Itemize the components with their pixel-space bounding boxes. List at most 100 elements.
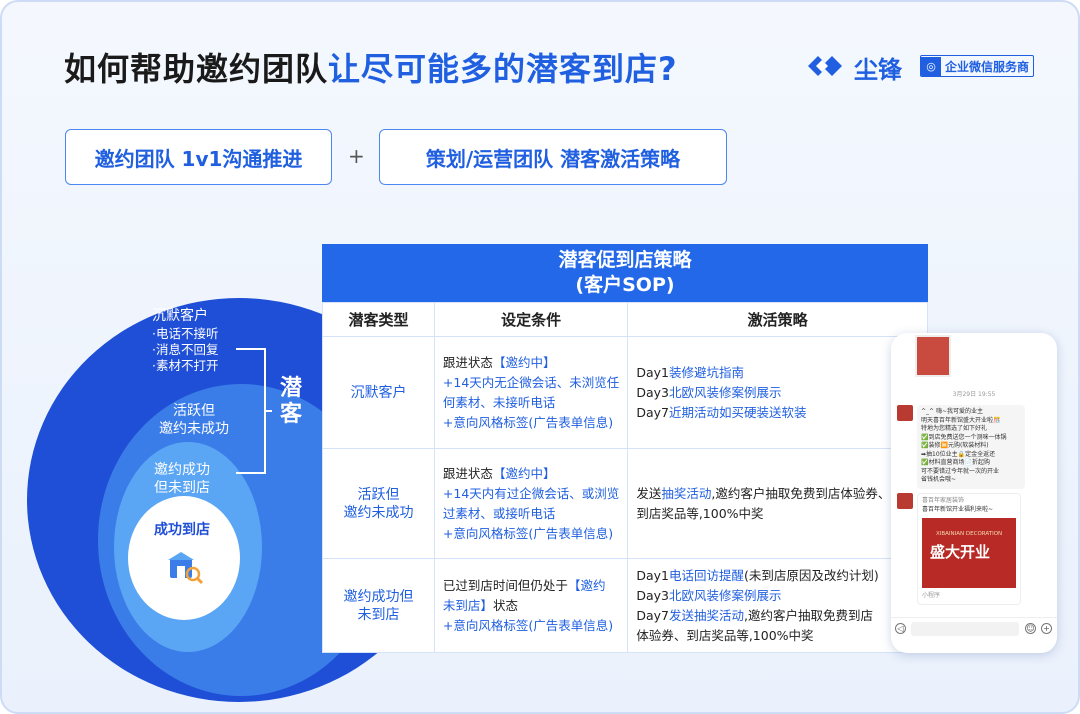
act-text: ,邀约客户抽取免费到店体验券、 [711,485,891,501]
active-label-line: 活跃但 [173,403,215,419]
brand-name: 尘锋 [854,56,902,84]
plus-icon[interactable]: + [1041,623,1052,634]
invited-label-line: 但未到店 [154,480,210,496]
silent-customer-items: ·电话不接听 ·消息不回复 ·素材不打开 [152,326,218,374]
cond-line: +14天内有过企微会话、或浏览 [442,485,620,501]
header-strategy: 激活策略 [627,302,928,337]
act-text: 装修避坑指南 [668,364,744,380]
sop-title-line-2: (客户SOP) [575,274,675,296]
active-customer-label: 活跃但 邀约未成功 [146,402,242,438]
act-highlight: 电话回访提醒 [668,567,744,583]
table-header-row: 潜客类型 设定条件 激活策略 [322,302,928,337]
act-highlight: 发送抽奖活动 [668,607,744,623]
silent-item: ·电话不接听 [152,326,219,341]
prospect-label: 潜客 [279,376,302,427]
header-type: 潜客类型 [322,302,435,337]
act-text: 体验券、到店奖品等,100%中奖 [636,627,814,643]
act-text: 近期活动如买硬装送软装 [668,404,807,420]
prospect-bracket-tick [264,410,272,412]
chat-input[interactable] [911,622,1019,636]
act-text: 北欧风装修案例展示 [668,384,782,400]
opening-poster: XIBAINIAN DECORATION 盛大开业 [922,518,1016,588]
invited-customer-label: 邀约成功 但未到店 [134,461,230,497]
type-line: 活跃但 [357,486,400,503]
table-row: 活跃但 邀约未成功 跟进状态【邀约中】 +14天内有过企微会话、或浏览 过素材、… [322,448,928,559]
msg-line: 可不要错过今年就一次的开业 [921,467,1000,475]
title-highlight: 让尽可能多的潜客到店? [328,50,678,88]
active-label-line: 邀约未成功 [159,421,229,437]
type-line: 邀约成功但 [343,588,414,605]
msg-line: 特地为您精选了如下好礼 [921,425,988,432]
chat-input-bar: ◁ ☺ + [891,617,1057,639]
msg-line: 明天喜百年新馆盛大开业啦🎊 [921,416,1001,424]
sop-table-title: 潜客促到店策略 (客户SOP) [322,244,928,302]
silent-item: ·消息不回复 [152,342,219,357]
msg-line: ^_^ 嗨~我可爱的业主 [921,408,983,415]
brand-logo: 尘锋 ◎ 企业微信服务商 [808,50,1038,84]
msg-line: ✅装修🈚元购(软装材料) [921,442,989,449]
act-day: Day7 [636,404,669,420]
poster-title: 盛大开业 [930,543,991,561]
visited-customer-label: 成功到店 [154,522,210,538]
ops-team-pill: 策划/运营团队 潜客激活策略 [379,129,727,185]
act-day: Day1 [636,364,669,380]
voice-icon[interactable]: ◁ [895,623,906,634]
type-line: 未到店 [357,606,400,623]
act-day: Day3 [636,384,669,400]
row-strategy: 发送抽奖活动,邀约客户抽取免费到店体验券、 到店奖品等,100%中奖 [627,448,928,559]
cond-text: 状态 [492,597,518,613]
msg-line: 省钱机会哦~ [921,476,957,483]
card-sender: 喜百年家居装饰 [922,497,965,504]
type-line: 邀约未成功 [343,504,414,521]
chat-image-thumbnail [915,335,951,377]
cond-line: 过素材、或接听电话 [442,505,556,521]
silent-item: ·素材不打开 [152,358,219,373]
store-search-icon [168,552,204,585]
invite-team-pill: 邀约团队 1v1沟通推进 [65,129,332,185]
table-row: 沉默客户 跟进状态【邀约中】 +14天内无企微会话、未浏览任 何素材、未接听电话… [322,336,928,449]
slide-frame: 如何帮助邀约团队让尽可能多的潜客到店? 尘锋 ◎ 企业微信服务商 邀约团队 1v… [0,0,1080,714]
partner-badge-text: 企业微信服务商 [945,59,1030,74]
miniprogram-card[interactable]: 喜百年家居装饰 喜百年新馆开业福利来啦~ XIBAINIAN DECORATIO… [917,493,1021,605]
chat-timestamp: 3月29日 19:55 [952,391,996,398]
act-day: Day7 [636,607,669,623]
invited-label-line: 邀约成功 [154,462,210,478]
partner-badge: ◎ 企业微信服务商 [920,55,1034,77]
poster-subtitle: XIBAINIAN DECORATION [936,531,1003,537]
act-text: (未到店原因及改约计划) [743,567,879,583]
sop-title-line-1: 潜客促到店策略 [558,249,692,271]
chat-message-bubble: ^_^ 嗨~我可爱的业主 明天喜百年新馆盛大开业啦🎊 特地为您精选了如下好礼 ✅… [917,405,1025,489]
act-day: Day1 [636,567,669,583]
act-text: 到店奖品等,100%中奖 [636,505,764,521]
row-strategy: Day1装修避坑指南 Day3北欧风装修案例展示 Day7近期活动如买硬装送软装 [627,336,928,449]
prospect-bracket [236,348,266,474]
act-text: ,邀约客户抽取免费到店 [743,607,873,623]
row-type: 沉默客户 [322,336,435,449]
sender-avatar [897,493,913,509]
card-footer: 小程序 [922,592,941,599]
plus-sign: + [348,144,365,168]
act-highlight: 北欧风装修案例展示 [668,587,782,603]
row-condition: 已过到店时间但仍处于【邀约 未到店】状态 +意向风格标签(广告表单信息) [433,558,629,653]
sop-table: 潜客类型 设定条件 激活策略 沉默客户 跟进状态【邀约中】 +14天内无企微会话… [322,302,928,653]
emoji-icon[interactable]: ☺ [1025,623,1036,634]
row-strategy: Day1电话回访提醒(未到店原因及改约计划) Day3北欧风装修案例展示 Day… [627,558,928,653]
phone-chat-mockup: 3月29日 19:55 ^_^ 嗨~我可爱的业主 明天喜百年新馆盛大开业啦🎊 特… [891,333,1057,653]
page-title: 如何帮助邀约团队让尽可能多的潜客到店? [64,44,678,90]
card-title: 喜百年新馆开业福利来啦~ [922,505,994,513]
msg-line: ✅到店免费送您一个测咪一体锅 [921,433,1007,441]
row-type: 邀约成功但 未到店 [322,558,435,653]
cond-line: 何素材、未接听电话 [442,394,556,410]
row-condition: 跟进状态【邀约中】 +14天内有过企微会话、或浏览 过素材、或接听电话 +意向风… [433,448,629,559]
cond-tag: 【邀约中】 [492,354,556,370]
cond-line: +意向风格标签(广告表单信息) [442,617,614,633]
cond-line: +意向风格标签(广告表单信息) [442,414,614,430]
act-day: Day3 [636,587,669,603]
title-part-1: 如何帮助邀约团队 [64,50,329,88]
row-condition: 跟进状态【邀约中】 +14天内无企微会话、未浏览任 何素材、未接听电话 +意向风… [433,336,629,449]
table-row: 邀约成功但 未到店 已过到店时间但仍处于【邀约 未到店】状态 +意向风格标签(广… [322,558,928,653]
header-condition: 设定条件 [433,302,629,337]
msg-line: ✅材料直营商场📄折起购 [921,459,990,466]
cond-line: +意向风格标签(广告表单信息) [442,525,614,541]
sender-avatar [897,405,913,421]
